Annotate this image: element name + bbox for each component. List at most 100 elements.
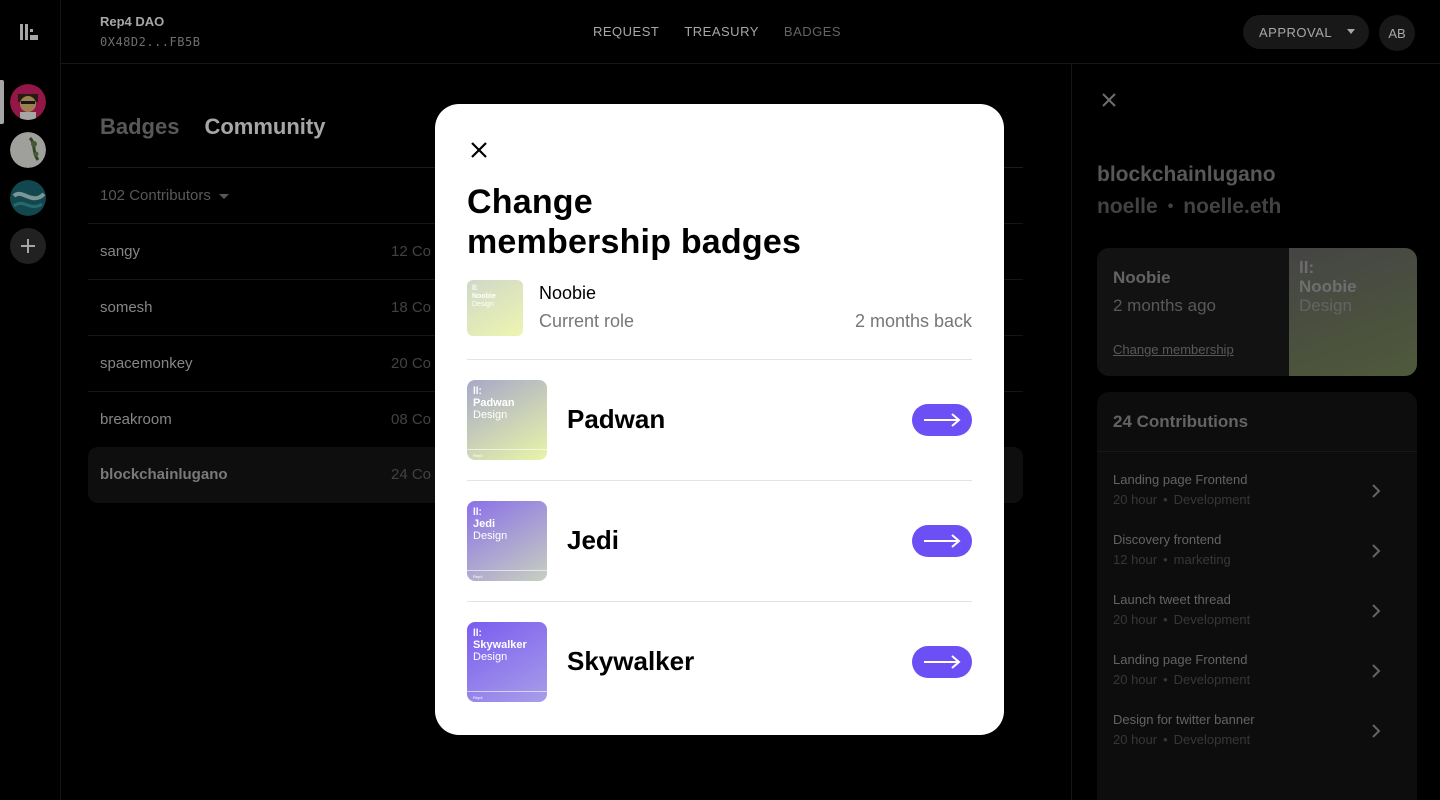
badge-option-skywalker[interactable]: ll: Skywalker Design Rep4 Skywalker: [467, 602, 972, 723]
badge-rule: [467, 570, 547, 571]
contributor-name: breakroom: [100, 411, 172, 428]
dao-address[interactable]: 0X48D2...FB5B: [100, 35, 200, 49]
close-icon[interactable]: [469, 140, 489, 160]
option-name: Padwan: [567, 404, 666, 434]
contributors-filter[interactable]: 102 Contributors: [100, 187, 229, 204]
chevron-right-icon: [1372, 484, 1381, 498]
current-badge-thumbnail: ll: Noobie Design: [467, 280, 523, 336]
plus-icon: [21, 239, 35, 253]
badge-logo: ll:: [473, 628, 482, 639]
contribution-hours: 12 hour: [1113, 552, 1158, 567]
badge-sub: Design: [473, 530, 508, 542]
select-skywalker-button[interactable]: [912, 646, 972, 678]
rep4-logo-icon[interactable]: [20, 24, 38, 40]
badge-footer: Rep4: [473, 574, 483, 579]
role-badge-art: ll: Noobie Design: [1289, 248, 1417, 376]
contribution-hours: 20 hour: [1113, 612, 1158, 627]
badge-option-jedi[interactable]: ll: Jedi Design Rep4 Jedi: [467, 481, 972, 602]
tab-community[interactable]: Community: [204, 114, 325, 140]
badge-logo: ll:: [473, 386, 482, 397]
current-role: ll: Noobie Design Noobie Current role 2 …: [467, 280, 972, 360]
contribution-item[interactable]: Landing page Frontend 20 hour • Developmen…: [1113, 652, 1401, 692]
active-dao-indicator: [0, 80, 4, 124]
badge-logo: ll:: [472, 285, 479, 292]
contribution-item[interactable]: Design for twitter banner 20 hour • Develo…: [1113, 712, 1401, 752]
top-bar: Rep4 DAO 0X48D2...FB5B REQUEST TREASURY …: [61, 0, 1440, 64]
contributor-count: 20 Co: [391, 355, 432, 372]
badge-footer: Rep4: [473, 695, 483, 700]
nav-badges[interactable]: BADGES: [784, 24, 841, 39]
modal-title-line1: Change: [467, 183, 593, 221]
add-dao-button[interactable]: [10, 228, 46, 264]
nav-request[interactable]: REQUEST: [593, 24, 659, 39]
current-role-card: Noobie 2 months ago Change membership ll…: [1097, 248, 1417, 376]
current-role-name: Noobie: [539, 283, 597, 303]
badge-rule: [467, 691, 547, 692]
contribution-title: Discovery frontend: [1113, 532, 1222, 547]
contributor-count: 12 Co: [391, 243, 432, 260]
dao-avatar-2[interactable]: [10, 132, 46, 168]
dao-rail: [0, 0, 61, 800]
current-role-since: 2 months back: [854, 311, 972, 331]
badge-logo: ll:: [473, 507, 482, 518]
tab-badges[interactable]: Badges: [100, 114, 179, 140]
contributor-count: 08 Co: [391, 411, 432, 428]
main-nav: REQUEST TREASURY BADGES: [593, 24, 841, 39]
jedi-badge-thumbnail: ll: Jedi Design Rep4: [467, 501, 547, 581]
arrow-right-icon: [924, 534, 961, 548]
contribution-item[interactable]: Launch tweet thread 20 hour • Development: [1113, 592, 1401, 632]
badge-footer: Rep4: [473, 453, 483, 458]
chevron-right-icon: [1372, 724, 1381, 738]
approval-label: APPROVAL: [1259, 24, 1333, 40]
contribution-type: Development: [1173, 612, 1251, 627]
contribution-hours: 20 hour: [1113, 672, 1158, 687]
profile-alias: noelle • noelle.eth: [1097, 195, 1281, 219]
badge-title: Padwan: [473, 397, 515, 409]
approval-dropdown[interactable]: APPROVAL: [1243, 15, 1369, 49]
divider: [1097, 451, 1417, 452]
chevron-right-icon: [1372, 664, 1381, 678]
dao-name: Rep4 DAO: [100, 14, 165, 29]
modal-title: Change membership badges: [467, 182, 887, 262]
badge-title: Noobie: [472, 293, 496, 300]
dao-avatar-3[interactable]: [10, 180, 46, 216]
contribution-type: Development: [1173, 492, 1251, 507]
role-title: Noobie: [1113, 268, 1171, 287]
contributor-count: 24 Co: [391, 466, 432, 483]
nav-treasury[interactable]: TREASURY: [684, 24, 759, 39]
current-role-label: Current role: [539, 311, 635, 331]
contribution-title: Landing page Frontend: [1113, 472, 1248, 487]
select-jedi-button[interactable]: [912, 525, 972, 557]
badge-option-padwan[interactable]: ll: Padwan Design Rep4 Padwan: [467, 360, 972, 481]
contribution-item[interactable]: Landing page Frontend 20 hour • Developmen…: [1113, 472, 1401, 512]
badge-sub: Design: [473, 409, 508, 421]
arrow-right-icon: [924, 413, 961, 427]
contribution-item[interactable]: Discovery frontend 12 hour • marketing: [1113, 532, 1401, 572]
badge-title: Skywalker: [473, 639, 527, 651]
contribution-title: Design for twitter banner: [1113, 712, 1255, 727]
change-membership-modal: Change membership badges ll: Noobie Desi…: [435, 104, 1004, 735]
select-padwan-button[interactable]: [912, 404, 972, 436]
role-since: 2 months ago: [1113, 296, 1217, 315]
contributions-card: 24 Contributions Landing page Frontend 2…: [1097, 392, 1417, 800]
change-membership-link[interactable]: Change membership: [1113, 342, 1234, 357]
badge-art-title: Noobie: [1299, 277, 1357, 296]
contributor-name: blockchainlugano: [100, 466, 228, 483]
contribution-hours: 20 hour: [1113, 492, 1158, 507]
contributions-title: 24 Contributions: [1113, 412, 1249, 431]
contributor-name: somesh: [100, 299, 153, 316]
contribution-hours: 20 hour: [1113, 732, 1158, 747]
contribution-type: Development: [1173, 732, 1251, 747]
profile-handle: blockchainlugano: [1097, 163, 1276, 186]
user-avatar[interactable]: AB: [1379, 15, 1415, 51]
skywalker-badge-thumbnail: ll: Skywalker Design Rep4: [467, 622, 547, 702]
padwan-badge-thumbnail: ll: Padwan Design Rep4: [467, 380, 547, 460]
close-icon[interactable]: [1101, 92, 1117, 108]
dao-avatar-1[interactable]: [10, 84, 46, 120]
option-name: Skywalker: [567, 646, 695, 676]
profile-panel: blockchainlugano noelle • noelle.eth Noo…: [1071, 64, 1440, 800]
badge-logo: ll:: [1299, 258, 1315, 277]
contributor-count: 18 Co: [391, 299, 432, 316]
contributor-name: sangy: [100, 243, 141, 260]
contributors-count: 102 Contributors: [100, 187, 211, 204]
